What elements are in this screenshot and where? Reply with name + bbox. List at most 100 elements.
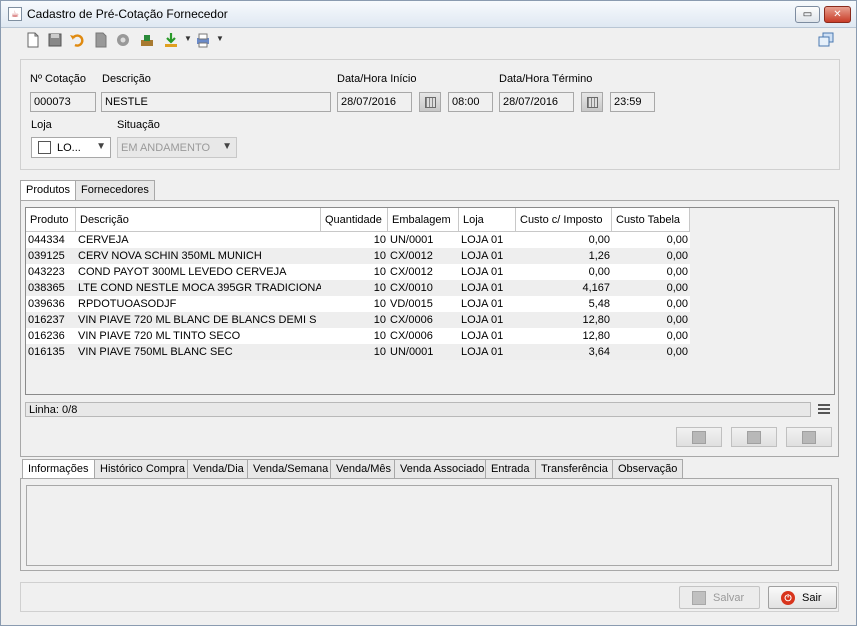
loja-combo[interactable]: LO... ▼ bbox=[31, 137, 111, 158]
clear-button[interactable] bbox=[786, 427, 832, 447]
situacao-combo[interactable]: EM ANDAMENTO ▼ bbox=[117, 137, 237, 158]
salvar-button[interactable]: Salvar bbox=[679, 586, 760, 609]
table-cell: LOJA 01 bbox=[461, 250, 504, 262]
table-cell: 016135 bbox=[28, 346, 65, 358]
header-panel: Nº Cotação 000073 Descrição NESTLE Data/… bbox=[20, 59, 840, 170]
termino-date-field[interactable]: 28/07/2016 bbox=[499, 92, 574, 112]
table-cell: 038365 bbox=[28, 282, 65, 294]
print-dropdown-icon[interactable]: ▼ bbox=[216, 34, 224, 43]
table-row[interactable]: 016237 VIN PIAVE 720 ML BLANC DE BLANCS D… bbox=[26, 312, 690, 328]
title-bar: ☕ Cadastro de Pré-Cotação Fornecedor ▭ ✕ bbox=[1, 1, 856, 28]
table-cell: CX/0010 bbox=[390, 282, 433, 294]
termino-label: Data/Hora Término bbox=[499, 73, 593, 85]
settings-icon[interactable] bbox=[115, 32, 131, 48]
inicio-time-field[interactable]: 08:00 bbox=[448, 92, 493, 112]
table-cell: 10 bbox=[373, 330, 386, 342]
tab-historico-compra[interactable]: Histórico Compra bbox=[94, 459, 191, 479]
inicio-date-field[interactable]: 28/07/2016 bbox=[337, 92, 412, 112]
download-icon[interactable] bbox=[163, 32, 179, 48]
column-header-descricao[interactable]: Descrição bbox=[76, 208, 321, 232]
descricao-field[interactable]: NESTLE bbox=[101, 92, 331, 112]
sair-button[interactable]: ⏻ Sair bbox=[768, 586, 837, 609]
table-cell: 0,00 bbox=[666, 282, 688, 294]
checkbox-icon[interactable] bbox=[38, 141, 51, 154]
table-cell: 10 bbox=[373, 282, 386, 294]
tab-transferencia[interactable]: Transferência bbox=[535, 459, 614, 479]
table-cell: CX/0006 bbox=[390, 330, 433, 342]
restore-button[interactable]: ▭ bbox=[795, 6, 820, 23]
informacoes-panel bbox=[20, 478, 839, 571]
save-icon bbox=[692, 591, 706, 605]
table-cell: LOJA 01 bbox=[461, 234, 504, 246]
main-window: ☕ Cadastro de Pré-Cotação Fornecedor ▭ ✕… bbox=[0, 0, 857, 626]
table-row[interactable]: 016236 VIN PIAVE 720 ML TINTO SECO 10 CX/00… bbox=[26, 328, 690, 344]
new-icon[interactable] bbox=[25, 32, 41, 48]
save-icon[interactable] bbox=[47, 32, 63, 48]
table-row[interactable]: 039636 RPDOTUOASODJF 10 VD/0015 LOJA 01 5,48 0… bbox=[26, 296, 690, 312]
table-cell: 0,00 bbox=[666, 250, 688, 262]
table-cell: 039636 bbox=[28, 298, 65, 310]
inicio-calendar-button[interactable] bbox=[419, 92, 441, 112]
column-header-custo-imposto[interactable]: Custo c/ Imposto bbox=[516, 208, 612, 232]
table-cell: 10 bbox=[373, 314, 386, 326]
copy-row-button[interactable] bbox=[731, 427, 777, 447]
add-row-button[interactable] bbox=[676, 427, 722, 447]
table-row[interactable]: 038365 LTE COND NESTLE MOCA 395GR TRADICI… bbox=[26, 280, 690, 296]
table-cell: 043223 bbox=[28, 266, 65, 278]
windows-icon[interactable] bbox=[818, 32, 834, 48]
table-row[interactable]: 016135 VIN PIAVE 750ML BLANC SEC 10 UN/0001… bbox=[26, 344, 690, 360]
situacao-label: Situação bbox=[117, 119, 160, 131]
tab-venda-dia[interactable]: Venda/Dia bbox=[187, 459, 250, 479]
tab-produtos[interactable]: Produtos bbox=[20, 180, 77, 201]
table-cell: 0,00 bbox=[666, 346, 688, 358]
loja-label: Loja bbox=[31, 119, 52, 131]
table-row[interactable]: 043223 COND PAYOT 300ML LEVEDO CERVEJA 10 C… bbox=[26, 264, 690, 280]
tab-fornecedores[interactable]: Fornecedores bbox=[75, 180, 155, 200]
table-cell: 4,167 bbox=[582, 282, 610, 294]
column-header-produto[interactable]: Produto bbox=[26, 208, 76, 232]
tab-venda-semana[interactable]: Venda/Semana bbox=[247, 459, 335, 479]
cotacao-field[interactable]: 000073 bbox=[30, 92, 96, 112]
table-cell: 10 bbox=[373, 346, 386, 358]
tab-venda-associado[interactable]: Venda Associado bbox=[394, 459, 491, 479]
table-cell: 044334 bbox=[28, 234, 65, 246]
tab-observacao[interactable]: Observação bbox=[612, 459, 684, 479]
loja-combo-value: LO... bbox=[57, 142, 81, 154]
column-header-quantidade[interactable]: Quantidade bbox=[321, 208, 388, 232]
broom-icon bbox=[802, 431, 816, 444]
undo-icon[interactable] bbox=[69, 32, 85, 48]
informacoes-content bbox=[26, 485, 832, 566]
table-cell: LOJA 01 bbox=[461, 346, 504, 358]
tab-informacoes[interactable]: Informações bbox=[22, 459, 95, 480]
close-button[interactable]: ✕ bbox=[824, 6, 851, 23]
table-cell: 0,00 bbox=[666, 266, 688, 278]
table-cell: 0,00 bbox=[666, 298, 688, 310]
footer: Salvar ⏻ Sair bbox=[20, 582, 839, 612]
termino-calendar-button[interactable] bbox=[581, 92, 603, 112]
table-cell: UN/0001 bbox=[390, 234, 434, 246]
tab-entrada[interactable]: Entrada bbox=[485, 459, 536, 479]
table-row[interactable]: 044334 CERVEJA 10 UN/0001 LOJA 01 0,00 0,00 bbox=[26, 232, 690, 248]
situacao-combo-value: EM ANDAMENTO bbox=[121, 142, 211, 154]
table-row[interactable]: 039125 CERV NOVA SCHIN 350ML MUNICH 10 CX/0… bbox=[26, 248, 690, 264]
table-cell: 0,00 bbox=[588, 266, 610, 278]
descricao-label: Descrição bbox=[102, 73, 151, 85]
print-icon[interactable] bbox=[195, 32, 211, 48]
table-cell: 0,00 bbox=[666, 330, 688, 342]
download-dropdown-icon[interactable]: ▼ bbox=[184, 34, 192, 43]
column-header-embalagem[interactable]: Embalagem bbox=[388, 208, 459, 232]
calendar-icon bbox=[587, 97, 598, 108]
table-cell: LOJA 01 bbox=[461, 266, 504, 278]
table-cell: 0,00 bbox=[666, 234, 688, 246]
document-icon[interactable] bbox=[93, 32, 109, 48]
tab-venda-mes[interactable]: Venda/Mês bbox=[330, 459, 398, 479]
inicio-label: Data/Hora Início bbox=[337, 73, 417, 85]
stamp-icon[interactable] bbox=[139, 32, 155, 48]
copy-icon bbox=[747, 431, 761, 444]
column-header-custo-tabela[interactable]: Custo Tabela bbox=[612, 208, 690, 232]
termino-time-field[interactable]: 23:59 bbox=[610, 92, 655, 112]
menu-icon[interactable] bbox=[818, 404, 830, 414]
column-header-loja[interactable]: Loja bbox=[459, 208, 516, 232]
table-cell: CERVEJA bbox=[78, 234, 129, 246]
table-cell: CX/0012 bbox=[390, 250, 433, 262]
